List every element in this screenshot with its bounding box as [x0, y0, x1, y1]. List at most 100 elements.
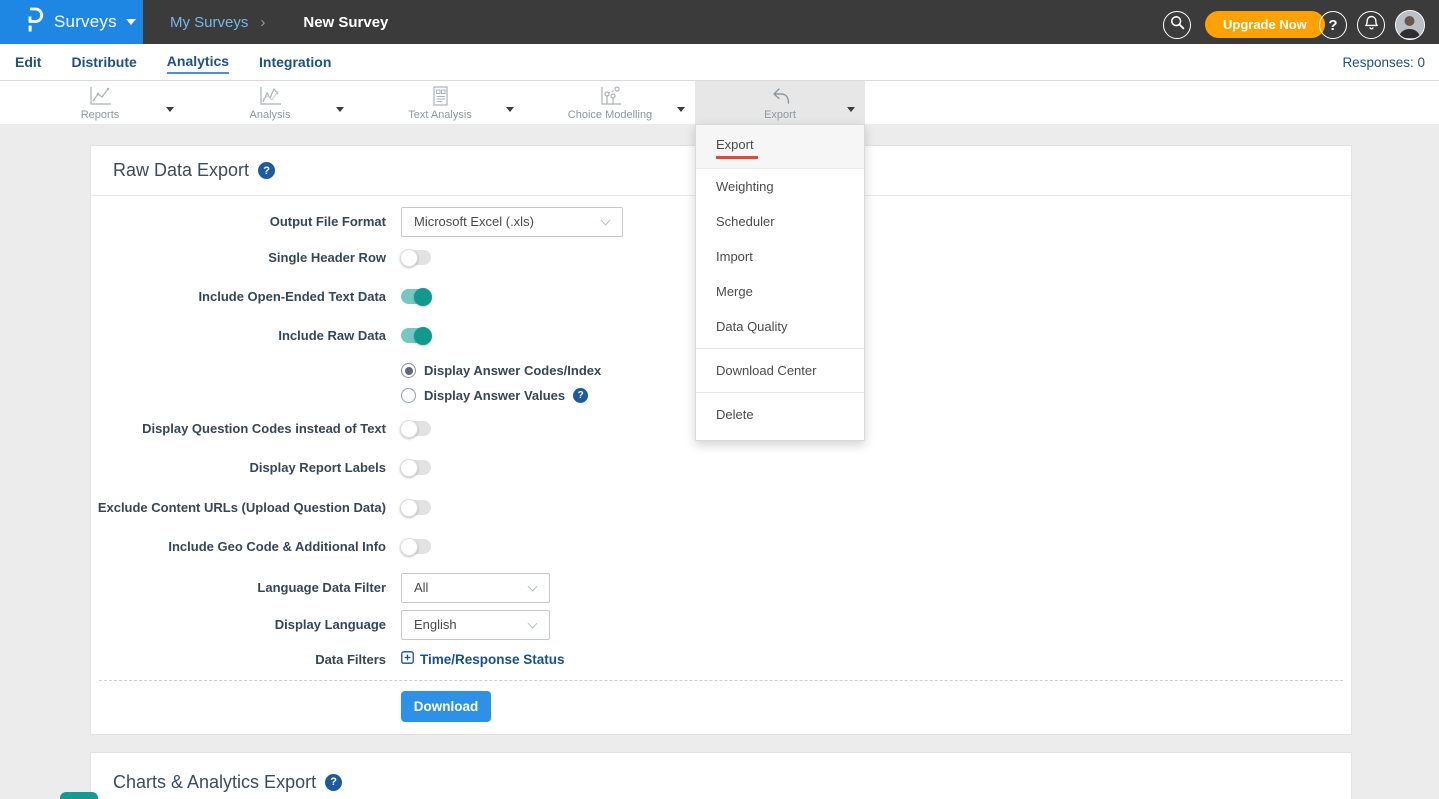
include-open-ended-toggle[interactable]	[401, 289, 431, 304]
include-geo-code-toggle[interactable]	[401, 539, 431, 554]
search-button[interactable]	[1163, 11, 1191, 39]
toolbar-item-text-analysis[interactable]: Text Analysis	[375, 81, 505, 124]
download-button[interactable]: Download	[401, 691, 491, 722]
notifications-button[interactable]	[1357, 11, 1385, 39]
language-data-filter-select[interactable]: All	[401, 573, 550, 603]
questionpro-logo-icon	[24, 7, 44, 37]
field-label: Exclude Content URLs (Upload Question Da…	[91, 499, 386, 517]
menu-divider	[696, 392, 864, 393]
tab-edit[interactable]: Edit	[15, 51, 41, 73]
breadcrumb-my-surveys[interactable]: My Surveys	[170, 14, 248, 31]
chevron-down-icon	[847, 107, 855, 112]
select-value: Microsoft Excel (.xls)	[402, 208, 622, 236]
tab-analytics[interactable]: Analytics	[167, 50, 229, 74]
menu-item-label: Merge	[716, 284, 753, 299]
survey-section-nav: Edit Distribute Analytics Integration Re…	[0, 44, 1439, 81]
brand-name: Surveys	[54, 12, 117, 32]
toolbar-item-analysis[interactable]: Analysis	[205, 81, 335, 124]
breadcrumb: My Surveys › New Survey	[170, 0, 388, 44]
menu-item-weighting[interactable]: Weighting	[696, 169, 864, 204]
select-value: English	[402, 611, 549, 639]
card-title: Raw Data Export	[113, 160, 249, 181]
active-item-underline	[716, 156, 758, 159]
menu-item-label: Delete	[716, 407, 754, 422]
link-label: Time/Response Status	[420, 652, 565, 667]
upgrade-now-button[interactable]: Upgrade Now	[1205, 11, 1325, 38]
single-header-row-toggle[interactable]	[401, 250, 431, 265]
chevron-down-icon	[506, 107, 514, 112]
toggle-knob	[414, 327, 432, 345]
charts-analytics-export-card: Charts & Analytics Export ?	[90, 752, 1352, 799]
toggle-knob	[414, 288, 432, 306]
field-label: Include Geo Code & Additional Info	[91, 538, 386, 556]
include-raw-data-toggle[interactable]	[401, 328, 431, 343]
toolbar-item-reports[interactable]: Reports	[35, 81, 165, 124]
chevron-down-icon	[166, 107, 174, 112]
toolbar-caret-choice-modelling[interactable]	[677, 99, 689, 111]
menu-item-delete[interactable]: Delete	[696, 397, 864, 432]
time-response-status-link[interactable]: Time/Response Status	[401, 651, 565, 667]
toggle-knob	[400, 499, 418, 517]
menu-item-label: Import	[716, 249, 753, 264]
help-icon[interactable]: ?	[573, 388, 588, 403]
text-analysis-icon	[375, 85, 505, 107]
analytics-toolbar: Reports Analysis Text Analysis Choice Mo…	[0, 81, 1439, 124]
search-icon	[1170, 15, 1185, 35]
card-header: Charts & Analytics Export ?	[91, 753, 1351, 799]
toolbar-caret-text-analysis[interactable]	[506, 99, 518, 111]
toolbar-caret-reports[interactable]	[166, 99, 178, 111]
radio-display-answer-values[interactable]	[401, 388, 416, 403]
export-dropdown-menu: Export Weighting Scheduler Import Merge …	[695, 124, 865, 441]
display-report-labels-toggle[interactable]	[401, 460, 431, 475]
menu-divider	[696, 348, 864, 349]
toolbar-caret-export[interactable]	[847, 99, 859, 111]
analysis-chart-icon	[205, 85, 335, 107]
menu-item-data-quality[interactable]: Data Quality	[696, 309, 864, 344]
field-label: Display Report Labels	[91, 459, 386, 477]
toolbar-caret-analysis[interactable]	[336, 99, 348, 111]
radio-display-answer-codes[interactable]	[401, 363, 416, 378]
toggle-knob	[400, 459, 418, 477]
field-label: Display Language	[91, 610, 386, 640]
breadcrumb-current-survey: New Survey	[303, 14, 388, 31]
export-arrow-icon	[695, 85, 865, 107]
menu-item-export[interactable]: Export	[696, 125, 864, 169]
toolbar-label: Choice Modelling	[545, 109, 675, 121]
toolbar-item-choice-modelling[interactable]: Choice Modelling	[545, 81, 675, 124]
user-avatar[interactable]	[1395, 10, 1425, 40]
toolbar-label: Reports	[35, 109, 165, 121]
output-file-format-select[interactable]: Microsoft Excel (.xls)	[401, 207, 623, 237]
toolbar-item-export[interactable]: Export	[695, 81, 865, 124]
display-language-select[interactable]: English	[401, 610, 550, 640]
toggle-knob	[400, 420, 418, 438]
toolbar-label: Analysis	[205, 109, 335, 121]
breadcrumb-separator: ›	[260, 14, 265, 31]
display-question-codes-toggle[interactable]	[401, 421, 431, 436]
tab-distribute[interactable]: Distribute	[71, 51, 136, 73]
choice-modelling-icon	[545, 85, 675, 107]
chevron-down-icon	[336, 107, 344, 112]
chevron-down-icon	[677, 107, 685, 112]
radio-label: Display Answer Codes/Index	[424, 363, 601, 378]
help-icon[interactable]: ?	[325, 774, 342, 791]
exclude-content-urls-toggle[interactable]	[401, 500, 431, 515]
help-button[interactable]: ?	[1319, 11, 1347, 39]
field-label: Display Question Codes instead of Text	[91, 420, 386, 438]
menu-item-download-center[interactable]: Download Center	[696, 353, 864, 388]
chat-widget-nub[interactable]	[60, 792, 98, 799]
tab-integration[interactable]: Integration	[259, 51, 331, 73]
radio-label: Display Answer Values	[424, 388, 565, 403]
menu-item-import[interactable]: Import	[696, 239, 864, 274]
plus-square-icon	[401, 651, 414, 667]
menu-item-label: Weighting	[716, 179, 774, 194]
top-header-bar: Surveys My Surveys › New Survey Upgrade …	[0, 0, 1439, 44]
menu-item-merge[interactable]: Merge	[696, 274, 864, 309]
menu-item-label: Data Quality	[716, 319, 788, 334]
help-icon[interactable]: ?	[258, 162, 275, 179]
bell-icon	[1364, 15, 1379, 36]
menu-item-label: Download Center	[716, 363, 816, 378]
field-label: Output File Format	[91, 207, 386, 237]
menu-item-scheduler[interactable]: Scheduler	[696, 204, 864, 239]
reports-chart-icon	[35, 85, 165, 107]
product-switcher[interactable]: Surveys	[0, 0, 143, 44]
